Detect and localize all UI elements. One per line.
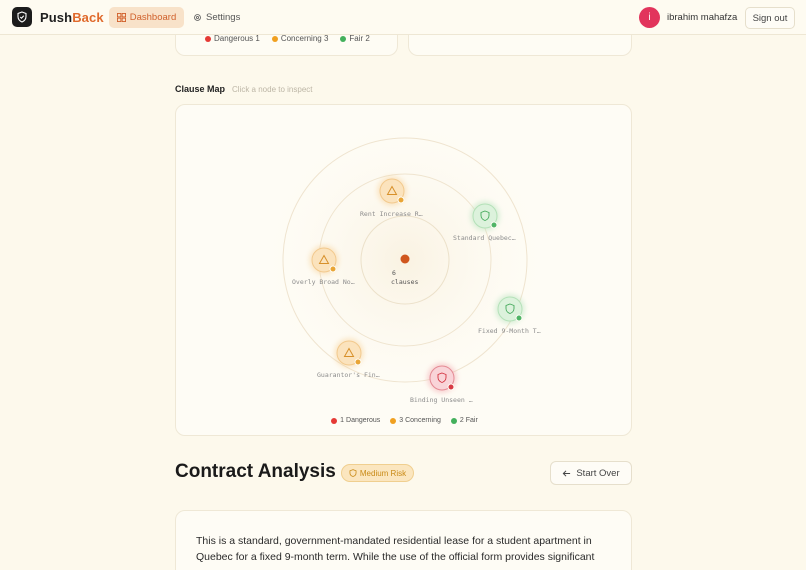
legend-item-fair: Fair 2 (340, 34, 370, 43)
nav-settings-label: Settings (206, 12, 241, 23)
brand-part-2: Back (72, 10, 104, 25)
summary-card: This is a standard, government-mandated … (175, 510, 632, 570)
center-unit: clauses (391, 278, 418, 286)
clause-node-label: Guarantor's Fin… (317, 371, 380, 379)
top-legend: Dangerous 1 Concerning 3 Fair 2 (205, 34, 370, 43)
legend-dot (340, 35, 347, 42)
legend-label: Fair 2 (349, 34, 370, 43)
brand-name[interactable]: PushBack (40, 10, 104, 25)
clause-map-legend: 1 Dangerous 3 Concerning 2 Fair (176, 417, 631, 424)
legend-item-fair: 2 Fair (450, 417, 478, 424)
arrow-left-icon (562, 469, 571, 477)
clause-map-hint: Click a node to inspect (232, 85, 313, 94)
logo-shield-icon[interactable] (12, 7, 32, 27)
start-over-button[interactable]: Start Over (550, 461, 632, 485)
gear-icon (194, 14, 201, 21)
username: ibrahim mahafza (667, 12, 738, 23)
page-title: Contract Analysis (175, 461, 336, 482)
clause-node-label: Rent Increase R… (360, 210, 423, 218)
legend-dot (271, 35, 278, 42)
nav-dashboard-label: Dashboard (129, 12, 177, 23)
risk-label: Medium Risk (359, 468, 407, 478)
legend-item-dangerous: 1 Dangerous (331, 417, 380, 424)
sign-out-button[interactable]: Sign out (745, 7, 795, 29)
clause-node-label: Standard Quebec… (453, 234, 516, 242)
shield-icon (349, 469, 357, 477)
legend-item-concerning: 3 Concerning (390, 417, 441, 424)
clause-node-label: Overly Broad No… (292, 278, 355, 286)
summary-text: This is a standard, government-mandated … (196, 535, 595, 563)
legend-dot (205, 35, 211, 42)
nav-settings-button[interactable]: Settings (193, 7, 245, 28)
risk-badge: Medium Risk (341, 464, 414, 482)
start-over-label: Start Over (576, 467, 620, 479)
legend-label: Dangerous 1 (214, 34, 260, 43)
legend-dot (331, 417, 338, 424)
avatar[interactable]: i (639, 7, 660, 28)
clause-node-label: Fixed 9-Month T… (478, 327, 541, 335)
clause-map-graph: 6 clauses Rent Increase R… Standard Queb… (255, 110, 555, 410)
legend-item-concerning: Concerning 3 (271, 34, 329, 43)
top-nav: PushBack Dashboard Settings i ibrahim ma… (0, 0, 806, 35)
clause-map-card: 6 clauses Rent Increase R… Standard Queb… (175, 104, 632, 436)
nav-dashboard-button[interactable]: Dashboard (109, 7, 184, 28)
center-count: 6 (392, 269, 396, 277)
legend-dot (450, 417, 457, 424)
clause-map-title: Clause Map (175, 84, 226, 94)
legend-label: Concerning 3 (280, 34, 329, 43)
grid-icon (116, 13, 126, 22)
legend-dot (390, 417, 397, 424)
legend-label: 2 Fair (459, 417, 478, 424)
center-dot (400, 254, 410, 264)
legend-item-dangerous: Dangerous 1 (205, 34, 260, 43)
legend-label: 3 Concerning (399, 417, 441, 424)
legend-label: 1 Dangerous (340, 417, 381, 424)
clause-node-label: Binding Unseen … (410, 396, 473, 404)
brand-part-1: Push (40, 10, 73, 25)
